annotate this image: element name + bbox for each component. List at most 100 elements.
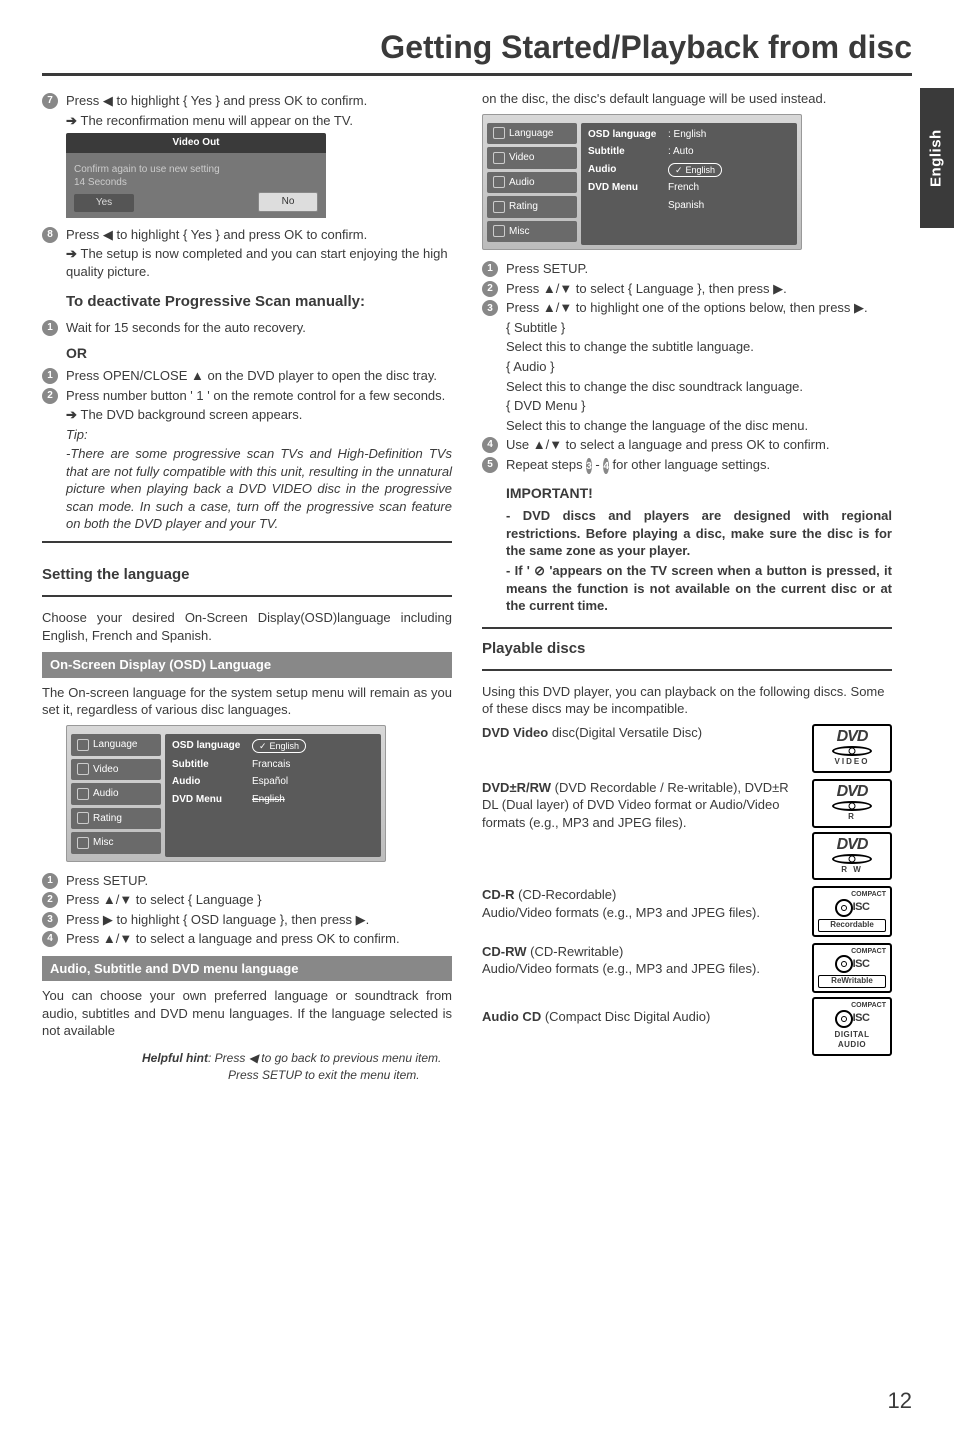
dvd-rw-logo-icon: DVDR W <box>812 832 892 881</box>
menu-value: : English <box>668 128 790 142</box>
menu-side-item: Language <box>71 734 161 756</box>
step-bullet: 3 <box>482 300 498 316</box>
step-text: Press ◀ to highlight { Yes } and press O… <box>66 226 452 244</box>
step-text: Use ▲/▼ to select a language and press O… <box>506 436 892 454</box>
step-text: Press OPEN/CLOSE ▲ on the DVD player to … <box>66 367 452 385</box>
step-bullet: 5 <box>482 457 498 473</box>
paragraph: Choose your desired On-Screen Display(OS… <box>42 609 452 644</box>
section-heading: Setting the language <box>42 555 452 597</box>
option-heading: { Audio } <box>506 358 892 376</box>
menu-value: Francais <box>252 758 374 772</box>
disc-description: DVD±R/RW (DVD Recordable / Re-writable),… <box>482 779 802 832</box>
disc-description: Audio CD (Compact Disc Digital Audio) <box>482 1008 742 1026</box>
dvd-video-logo-icon: DVDVIDEO <box>812 724 892 773</box>
right-column: on the disc, the disc's default language… <box>482 90 892 1040</box>
subheading: To deactivate Progressive Scan manually: <box>66 292 452 312</box>
menu-key: Audio <box>588 163 668 178</box>
step-text: Press ◀ to highlight { Yes } and press O… <box>66 92 452 110</box>
important-text: - If ' ⊘ 'appears on the TV screen when … <box>506 562 892 615</box>
section-heading: Playable discs <box>482 627 892 671</box>
band-heading: On-Screen Display (OSD) Language <box>42 652 452 678</box>
option-text: Select this to change the disc soundtrac… <box>506 378 892 396</box>
step-bullet: 1 <box>42 368 58 384</box>
menu-side-item: Language <box>487 123 577 145</box>
osd-menu-screenshot: Language Video Audio Rating Misc OSD lan… <box>66 725 386 862</box>
cd-recordable-logo-icon: COMPACTISCRecordable <box>812 886 892 936</box>
video-out-dialog: Video Out Confirm again to use new setti… <box>66 133 326 218</box>
or-label: OR <box>66 344 452 363</box>
menu-side-item: Misc <box>487 221 577 243</box>
paragraph: You can choose your own preferred langua… <box>42 987 452 1040</box>
disc-description: DVD Video disc(Digital Versatile Disc) <box>482 724 802 742</box>
step-text: Press ▲/▼ to select a language and press… <box>66 930 452 948</box>
option-heading: { DVD Menu } <box>506 397 892 415</box>
menu-key: OSD language <box>172 739 252 754</box>
menu-value: French <box>668 181 790 195</box>
step-bullet: 8 <box>42 227 58 243</box>
step-bullet: 2 <box>42 892 58 908</box>
step-bullet: 1 <box>42 320 58 336</box>
menu-key: OSD language <box>588 128 668 142</box>
no-button[interactable]: No <box>258 192 318 212</box>
step-bullet: 2 <box>482 281 498 297</box>
tip-text: -There are some progressive scan TVs and… <box>66 445 452 533</box>
menu-side-item: Misc <box>71 832 161 854</box>
language-menu-screenshot: Language Video Audio Rating Misc OSD lan… <box>482 114 802 251</box>
menu-key: Subtitle <box>588 145 668 159</box>
step-bullet: 3 <box>42 912 58 928</box>
step-bullet: 4 <box>42 931 58 947</box>
menu-value: Spanish <box>668 199 790 213</box>
menu-value: : Auto <box>668 145 790 159</box>
menu-key: DVD Menu <box>172 793 252 807</box>
page-title: Getting Started/Playback from disc <box>42 26 912 76</box>
disc-description: CD-R (CD-Recordable) Audio/Video formats… <box>482 886 802 921</box>
yes-button[interactable]: Yes <box>74 194 134 212</box>
menu-value: English <box>252 739 306 753</box>
step-text: Press ▲/▼ to select { Language } <box>66 891 452 909</box>
menu-side-item: Rating <box>71 808 161 830</box>
menu-side-item: Rating <box>487 196 577 218</box>
step-bullet: 1 <box>42 873 58 889</box>
menu-side-item: Audio <box>71 783 161 805</box>
step-bullet: 4 <box>482 437 498 453</box>
step-text: Press ▲/▼ to select { Language }, then p… <box>506 280 892 298</box>
step-text: Press ▲/▼ to highlight one of the option… <box>506 299 892 317</box>
dialog-message: Confirm again to use new setting <box>74 163 318 177</box>
paragraph: Using this DVD player, you can playback … <box>482 683 892 718</box>
step-text: Wait for 15 seconds for the auto recover… <box>66 319 452 337</box>
paragraph: The On-screen language for the system se… <box>42 684 452 719</box>
menu-key: Audio <box>172 775 252 789</box>
step-bullet: 2 <box>42 388 58 404</box>
cd-rewritable-logo-icon: COMPACTISCReWritable <box>812 943 892 993</box>
step-text: Press ▶ to highlight { OSD language }, t… <box>66 911 452 929</box>
menu-key: DVD Menu <box>588 181 668 195</box>
menu-side-item: Video <box>487 147 577 169</box>
menu-side-item: Audio <box>487 172 577 194</box>
step-text: Repeat steps 3 - 4 for other language se… <box>506 456 892 475</box>
option-text: Select this to change the language of th… <box>506 417 892 435</box>
step-text: Press SETUP. <box>66 872 452 890</box>
result-text: The reconfirmation menu will appear on t… <box>66 112 452 130</box>
result-text: The setup is now completed and you can s… <box>66 245 452 280</box>
menu-key: Subtitle <box>172 758 252 772</box>
step-text: Press SETUP. <box>506 260 892 278</box>
disc-description: CD-RW (CD-Rewritable) Audio/Video format… <box>482 943 802 978</box>
dialog-countdown: 14 Seconds <box>74 176 318 190</box>
dvd-r-logo-icon: DVDR <box>812 779 892 828</box>
menu-key <box>588 199 668 213</box>
important-text: - DVD discs and players are designed wit… <box>506 507 892 560</box>
band-heading: Audio, Subtitle and DVD menu language <box>42 956 452 982</box>
menu-value: Español <box>252 775 374 789</box>
tip-heading: Tip: <box>66 426 452 444</box>
paragraph: on the disc, the disc's default language… <box>482 90 892 108</box>
language-tab: English <box>920 88 954 228</box>
cd-digital-audio-logo-icon: COMPACTISCDIGITAL AUDIO <box>812 997 892 1056</box>
dialog-title: Video Out <box>66 133 326 153</box>
step-bullet: 1 <box>482 261 498 277</box>
option-heading: { Subtitle } <box>506 319 892 337</box>
left-column: 7 Press ◀ to highlight { Yes } and press … <box>42 90 452 1040</box>
step-bullet: 7 <box>42 93 58 109</box>
menu-side-item: Video <box>71 759 161 781</box>
menu-value: English <box>668 163 722 177</box>
important-heading: IMPORTANT! <box>506 484 892 503</box>
